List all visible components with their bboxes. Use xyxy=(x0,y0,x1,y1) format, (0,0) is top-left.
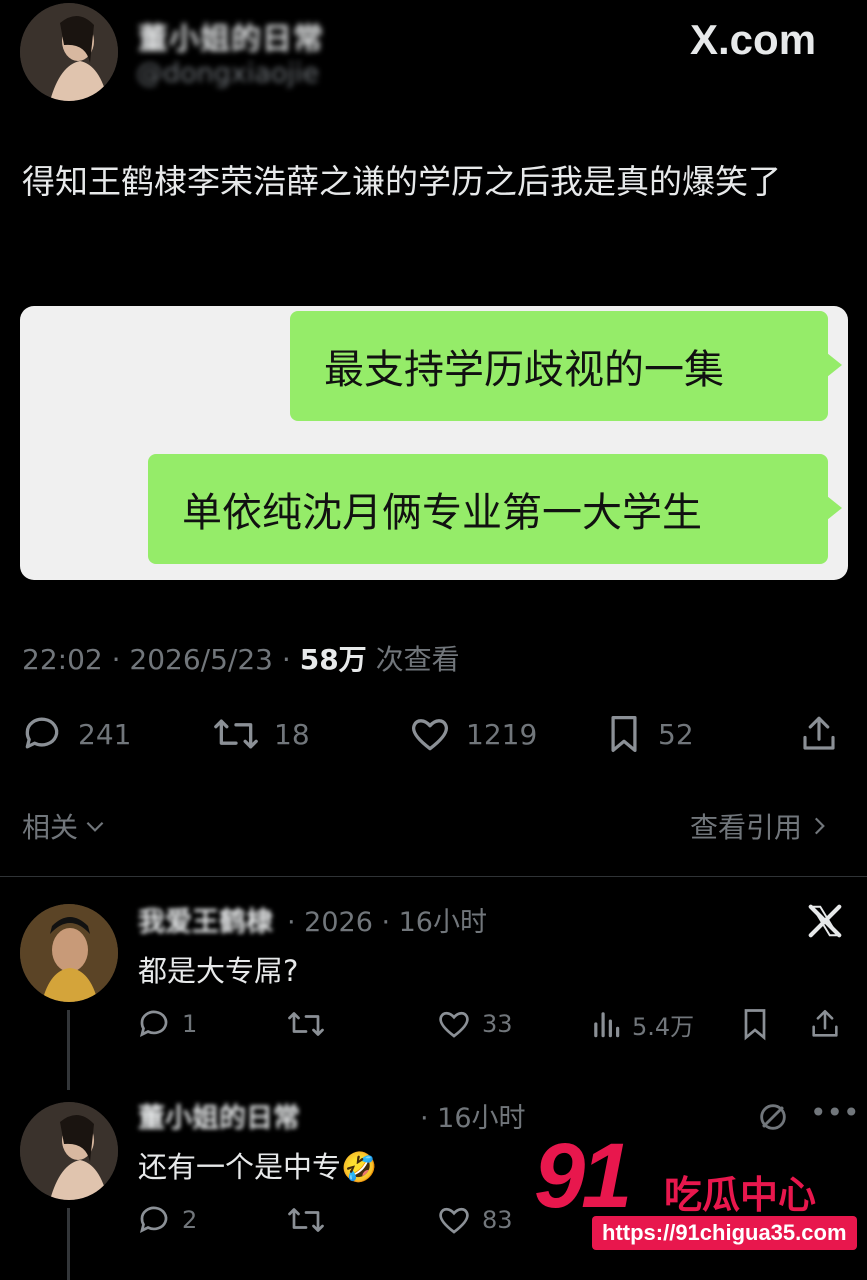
reply-like-count: 83 xyxy=(482,1206,513,1234)
avatar-image xyxy=(20,3,118,101)
tweet-meta: 22:02 · 2026/5/23 · 58万 次查看 xyxy=(22,638,460,678)
related-label: 相关 xyxy=(22,811,79,844)
reply-views-button[interactable]: 5.4万 xyxy=(590,1006,694,1042)
avatar-image xyxy=(20,1102,118,1200)
section-divider xyxy=(0,876,867,877)
reply-reply-button[interactable]: 2 xyxy=(136,1202,197,1238)
reply-like-button[interactable]: 33 xyxy=(436,1006,513,1042)
reply-like-count: 33 xyxy=(482,1010,513,1038)
retweet-icon xyxy=(214,719,258,749)
like-button[interactable]: 1219 xyxy=(408,712,537,756)
heart-icon xyxy=(439,1207,469,1234)
reply-button[interactable]: 241 xyxy=(20,712,131,756)
reply-author-name[interactable]: 董小姐的日常 xyxy=(138,1096,300,1135)
tweet-media-image[interactable]: 最支持学历歧视的一集 单依纯沈月俩专业第一大学生 xyxy=(20,306,848,580)
avatar-image xyxy=(20,904,118,1002)
reply-text: 还有一个是中专🤣 xyxy=(138,1150,378,1184)
retweet-icon xyxy=(288,1012,324,1036)
share-icon xyxy=(812,1009,838,1037)
reply-header: 我爱王鹤棣 · 2026 · 16小时 xyxy=(138,900,487,939)
muted-icon[interactable] xyxy=(756,1100,790,1134)
reply-views-count: 5.4万 xyxy=(632,1012,695,1041)
watermark-url: https://91chigua35.com xyxy=(592,1216,857,1250)
reply-avatar[interactable] xyxy=(20,904,118,1002)
chevron-right-icon xyxy=(814,817,825,835)
reply-icon xyxy=(139,1010,168,1038)
reply-reply-button[interactable]: 1 xyxy=(136,1006,197,1042)
x-com-logo: X.com xyxy=(690,16,817,63)
meta-separator: · xyxy=(281,643,291,676)
tweet-views-count: 58万 xyxy=(299,643,367,676)
chevron-down-icon xyxy=(86,821,104,832)
reply-meta: · 2026 · 16小时 xyxy=(287,907,487,938)
reply-count: 241 xyxy=(78,717,132,751)
thread-line xyxy=(67,1010,70,1090)
like-count: 1219 xyxy=(466,717,538,751)
watermark-brand: 吃瓜中心 xyxy=(664,1173,817,1217)
view-quotes-link[interactable]: 查看引用 xyxy=(690,806,832,846)
reply-icon xyxy=(25,717,59,749)
chat-bubble-1: 最支持学历歧视的一集 xyxy=(290,311,842,421)
tweet-text: 得知王鹤棣李荣浩薛之谦的学历之后我是真的爆笑了 xyxy=(22,162,781,201)
views-chart-icon xyxy=(594,1012,620,1038)
tweet-date: 2026/5/23 xyxy=(129,643,273,676)
bookmark-count: 52 xyxy=(658,717,694,751)
author-avatar[interactable] xyxy=(20,3,118,101)
retweet-button[interactable]: 18 xyxy=(212,712,310,756)
bookmark-icon xyxy=(611,716,637,752)
share-icon xyxy=(803,716,835,750)
author-name[interactable]: 董小姐的日常 xyxy=(138,14,324,58)
bookmark-icon xyxy=(744,1009,766,1041)
reply-meta: · 16小时 xyxy=(420,1103,526,1134)
heart-icon xyxy=(411,719,449,751)
reply-bookmark-button[interactable] xyxy=(738,1006,772,1042)
reply-reply-count: 1 xyxy=(182,1010,198,1038)
heart-icon xyxy=(439,1011,469,1038)
related-toggle[interactable]: 相关 xyxy=(22,806,108,846)
reply-avatar[interactable] xyxy=(20,1102,118,1200)
view-quotes-label: 查看引用 xyxy=(690,811,803,844)
bookmark-button[interactable]: 52 xyxy=(604,712,694,756)
share-button[interactable] xyxy=(798,712,840,756)
reply-author-name[interactable]: 我爱王鹤棣 xyxy=(138,900,273,939)
reply-icon xyxy=(139,1206,168,1234)
reply-retweet-button[interactable] xyxy=(286,1006,326,1042)
reply-share-button[interactable] xyxy=(808,1006,842,1042)
reply-reply-count: 2 xyxy=(182,1206,198,1234)
tweet-time: 22:02 xyxy=(22,643,103,676)
chat-bubble-1-text: 最支持学历歧视的一集 xyxy=(324,347,724,393)
chat-bubble-2: 单依纯沈月俩专业第一大学生 xyxy=(148,454,842,564)
reply-header: 董小姐的日常 · 16小时 xyxy=(138,1096,526,1135)
reply-retweet-button[interactable] xyxy=(286,1202,326,1238)
thread-line xyxy=(67,1208,70,1280)
reply-like-button[interactable]: 83 xyxy=(436,1202,513,1238)
more-options-icon[interactable]: ••• xyxy=(810,1096,860,1129)
retweet-icon xyxy=(288,1208,324,1232)
meta-separator: · xyxy=(111,643,121,676)
tweet-views-label: 次查看 xyxy=(375,643,460,676)
reply-text: 都是大专屌? xyxy=(138,954,299,988)
watermark-number: 91 xyxy=(534,1125,632,1227)
chat-bubble-2-text: 单依纯沈月俩专业第一大学生 xyxy=(182,490,702,536)
author-handle[interactable]: @dongxiaojie xyxy=(136,58,319,89)
retweet-count: 18 xyxy=(274,717,310,751)
x-logo-icon xyxy=(808,904,842,938)
